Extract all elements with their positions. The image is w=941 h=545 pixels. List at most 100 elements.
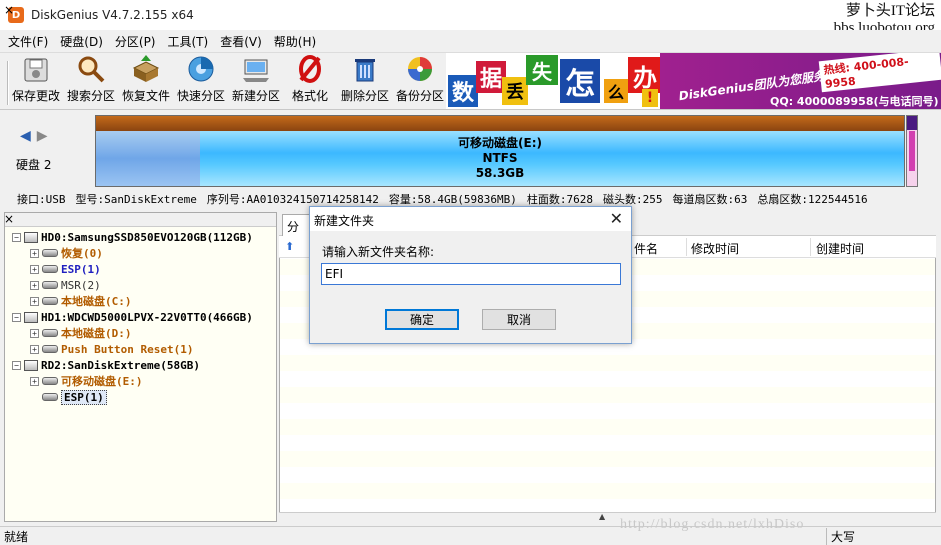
tree-partition-node[interactable]: + 本地磁盘(C:) xyxy=(30,293,132,309)
new-partition-button[interactable]: 新建分区 xyxy=(229,55,283,109)
column-separator[interactable] xyxy=(686,238,687,256)
tree-disk-node[interactable]: − HD0:SamsungSSD850EVO120GB(112GB) xyxy=(12,229,253,245)
tree-disk-node[interactable]: − HD1:WDCWD5000LPVX-22V0TT0(466GB) xyxy=(12,309,253,325)
delete-partition-icon xyxy=(350,54,380,84)
banner-tile-5: 怎 xyxy=(560,59,600,103)
disk-map-scroller-top xyxy=(907,116,917,130)
file-list-empty-row xyxy=(280,451,935,467)
tab-partition[interactable]: 分区 xyxy=(282,214,312,251)
next-disk-icon[interactable]: ▶ xyxy=(37,128,54,144)
partition-graphic[interactable]: 可移动磁盘(E:) NTFS 58.3GB xyxy=(95,115,905,187)
disk-map-scroller-thumb[interactable] xyxy=(909,131,915,171)
new-partition-label: 新建分区 xyxy=(231,89,280,103)
disk-serial: 序列号:AA010324150714258142 xyxy=(206,193,379,206)
format-button[interactable]: 格式化 xyxy=(284,55,336,109)
search-partition-icon xyxy=(76,54,106,84)
file-list-empty-row xyxy=(280,419,935,435)
scroll-up-arrow-icon[interactable]: ▲ xyxy=(599,512,605,521)
up-folder-icon[interactable]: ⬆ xyxy=(285,240,294,253)
menu-partition[interactable]: 分区(P) xyxy=(109,33,162,50)
tree-partition-node[interactable]: + 恢复(0) xyxy=(30,245,103,261)
tree-node-label: HD1:WDCWD5000LPVX-22V0TT0(466GB) xyxy=(41,310,253,324)
disk-interface: 接口:USB xyxy=(17,193,66,206)
expand-icon[interactable]: + xyxy=(30,344,39,354)
column-created[interactable]: 创建时间 xyxy=(816,240,864,257)
disk-icon xyxy=(24,359,38,371)
collapse-icon[interactable]: − xyxy=(12,232,21,242)
search-partition-button[interactable]: 搜索分区 xyxy=(64,55,118,109)
prev-disk-icon[interactable]: ◀ xyxy=(20,128,37,144)
tree-partition-node[interactable]: +ESP(1) xyxy=(30,389,107,405)
file-list-empty-row xyxy=(280,387,935,403)
disk-label: 硬盘 2 xyxy=(16,158,52,172)
ok-button[interactable]: 确定 xyxy=(385,309,459,330)
partition-icon xyxy=(42,377,58,385)
cancel-button[interactable]: 取消 xyxy=(482,309,556,330)
window-title: DiskGenius V4.7.2.155 x64 xyxy=(31,8,194,22)
menu-view[interactable]: 查看(V) xyxy=(214,33,268,50)
banner-contact: DiskGenius团队为您服务 热线: 400-008-9958 QQ: 40… xyxy=(660,53,941,109)
folder-name-input[interactable] xyxy=(321,263,621,285)
partition-size: 58.3GB xyxy=(475,166,525,180)
backup-partition-button[interactable]: 备份分区 xyxy=(393,55,447,109)
tree-partition-node[interactable]: + Push Button Reset(1) xyxy=(30,341,193,357)
title-bar: D DiskGenius V4.7.2.155 x64 xyxy=(0,0,941,30)
collapse-icon[interactable]: − xyxy=(12,312,21,322)
collapse-icon[interactable]: − xyxy=(12,360,21,370)
save-button[interactable]: 保存更改 xyxy=(10,55,62,109)
banner-ad[interactable]: 数 据 丢 失 怎 么 办 ! DiskGenius团队为您服务 热线: 400… xyxy=(446,53,941,109)
file-list-empty-row xyxy=(280,355,935,371)
disk-map-scroller[interactable] xyxy=(906,115,918,187)
delete-partition-button[interactable]: 删除分区 xyxy=(338,55,392,109)
save-label: 保存更改 xyxy=(11,89,60,103)
tree-node-label: ESP(1) xyxy=(61,389,107,405)
banner-tile-1: 数 xyxy=(448,75,478,107)
file-list-empty-row xyxy=(280,435,935,451)
watermark-bottom: http://blog.csdn.net/lxhDiso xyxy=(620,517,805,532)
format-label: 格式化 xyxy=(291,89,328,103)
new-folder-dialog: 新建文件夹 ✕ 请输入新文件夹名称: 确定 取消 xyxy=(309,206,632,344)
new-partition-icon xyxy=(241,54,271,84)
expand-icon[interactable]: + xyxy=(30,328,39,338)
tree-node-label: 可移动磁盘(E:) xyxy=(61,375,143,388)
tree-close-icon[interactable]: × xyxy=(4,212,14,226)
tree-node-label: 本地磁盘(D:) xyxy=(61,327,132,340)
menu-help[interactable]: 帮助(H) xyxy=(268,33,322,50)
column-modified[interactable]: 修改时间 xyxy=(691,240,739,257)
expand-icon[interactable]: + xyxy=(30,376,39,386)
menu-tools[interactable]: 工具(T) xyxy=(162,33,215,50)
partition-icon xyxy=(42,393,58,401)
tree-partition-node[interactable]: + 本地磁盘(D:) xyxy=(30,325,132,341)
expand-icon[interactable]: + xyxy=(30,248,39,258)
tree-node-label: RD2:SanDiskExtreme(58GB) xyxy=(41,358,200,372)
disk-panel-close-icon[interactable]: × xyxy=(4,3,14,17)
column-filename[interactable]: 件名 xyxy=(634,240,658,257)
recover-file-button[interactable]: 恢复文件 xyxy=(119,55,173,109)
disk-model: 型号:SanDiskExtreme xyxy=(75,193,197,206)
disk-total-sectors: 总扇区数:122544516 xyxy=(757,193,868,206)
disk-capacity: 容量:58.4GB(59836MB) xyxy=(388,193,517,206)
expand-icon[interactable]: + xyxy=(30,280,39,290)
quick-partition-button[interactable]: 快速分区 xyxy=(174,55,228,109)
dialog-close-icon[interactable]: ✕ xyxy=(610,209,623,228)
horizontal-scrollbar[interactable]: ▲ xyxy=(279,512,936,522)
backup-partition-icon xyxy=(405,54,435,84)
banner-tile-4: 失 xyxy=(526,55,558,85)
toolbar-grip xyxy=(7,61,9,105)
tree-partition-node[interactable]: + MSR(2) xyxy=(30,277,101,293)
tree-top-bar xyxy=(5,213,276,227)
file-list-empty-row xyxy=(280,371,935,387)
expand-icon[interactable]: + xyxy=(30,296,39,306)
menu-file[interactable]: 文件(F) xyxy=(2,33,54,50)
tree-partition-node[interactable]: + ESP(1) xyxy=(30,261,101,277)
menu-disk[interactable]: 硬盘(D) xyxy=(54,33,109,50)
watermark-line1: 萝卜头IT论坛 xyxy=(845,3,935,19)
file-list-empty-row xyxy=(280,483,935,499)
partition-name: 可移动磁盘(E:) xyxy=(458,136,542,150)
expand-icon[interactable]: + xyxy=(30,264,39,274)
search-partition-label: 搜索分区 xyxy=(66,89,115,103)
tree-partition-node[interactable]: + 可移动磁盘(E:) xyxy=(30,373,143,389)
tree-node-label: ESP(1) xyxy=(61,262,101,276)
column-separator[interactable] xyxy=(810,238,811,256)
tree-disk-node[interactable]: − RD2:SanDiskExtreme(58GB) xyxy=(12,357,200,373)
